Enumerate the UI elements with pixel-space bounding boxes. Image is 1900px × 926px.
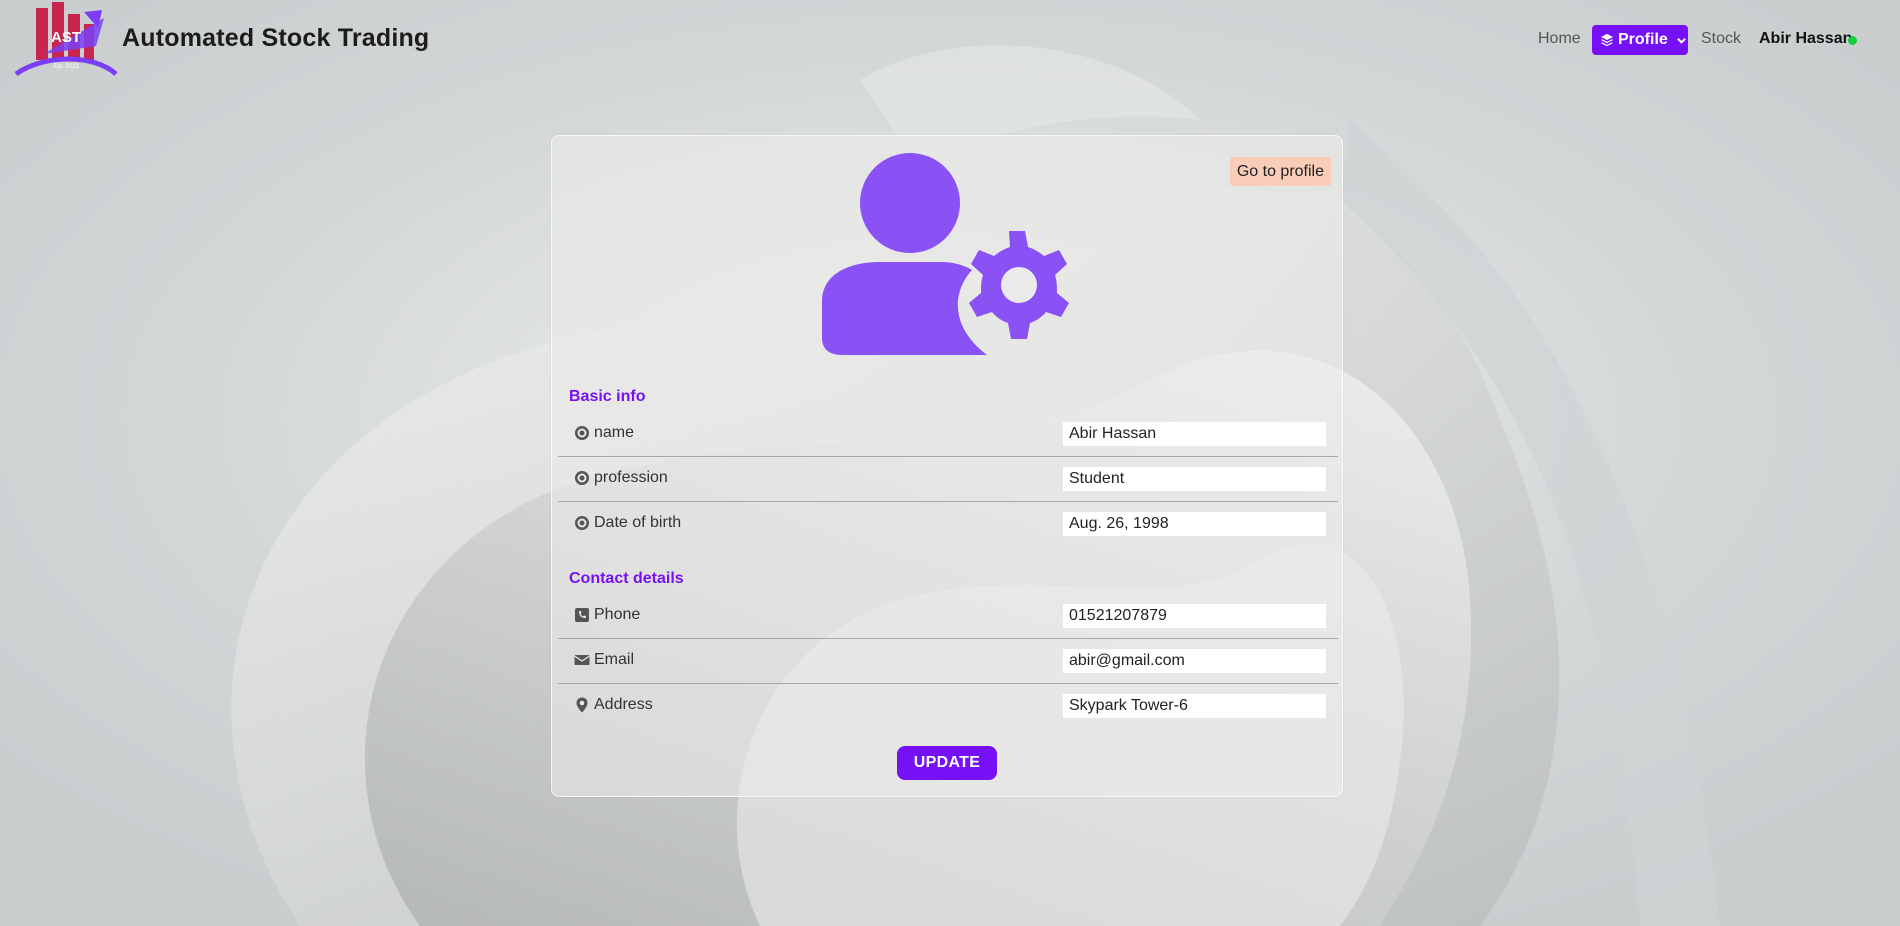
contact-row-address: Address	[558, 684, 1338, 729]
profession-field[interactable]	[1063, 467, 1326, 491]
go-to-profile-button[interactable]: Go to profile	[1229, 157, 1331, 186]
envelope-icon	[574, 655, 590, 665]
nav-username[interactable]: Abir Hassan	[1759, 30, 1852, 48]
address-field[interactable]	[1063, 694, 1326, 718]
dot-circle-icon	[575, 516, 589, 530]
phone-icon	[575, 608, 589, 622]
online-status-dot	[1848, 36, 1857, 45]
dob-field[interactable]	[1063, 512, 1326, 536]
phone-field[interactable]	[1063, 604, 1326, 628]
user-gear-icon	[822, 153, 1069, 355]
info-row-dob: Date of birth	[558, 502, 1338, 547]
update-button[interactable]: UPDATE	[897, 746, 997, 780]
info-row-profession: profession	[558, 457, 1338, 502]
map-marker-icon	[576, 697, 588, 713]
contact-row-email: Email	[558, 639, 1338, 684]
layers-icon	[1600, 33, 1614, 47]
basic-info-heading: Basic info	[569, 388, 646, 405]
info-row-name: name	[558, 412, 1338, 457]
profile-card: Go to profile Basic info name profession…	[551, 135, 1343, 797]
dot-circle-icon	[575, 471, 589, 485]
address-label: Address	[594, 696, 653, 713]
brand-logo[interactable]: AST Est. 2023	[14, 0, 118, 78]
name-label: name	[594, 424, 635, 441]
navbar: AST Est. 2023 Automated Stock Trading Ho…	[0, 0, 1900, 80]
nav-profile-label: Profile	[1618, 31, 1668, 48]
nav-profile-dropdown[interactable]: Profile	[1592, 25, 1688, 55]
logo-subtext: Est. 2023	[53, 64, 79, 70]
contact-details-heading: Contact details	[569, 570, 684, 587]
profession-label: profession	[594, 469, 668, 486]
app-title: Automated Stock Trading	[122, 24, 430, 52]
nav-home-link[interactable]: Home	[1538, 30, 1581, 48]
phone-label: Phone	[594, 606, 641, 623]
name-field[interactable]	[1063, 422, 1326, 446]
email-label: Email	[594, 651, 635, 668]
contact-row-phone: Phone	[558, 594, 1338, 639]
nav-stock-link[interactable]: Stock	[1701, 30, 1741, 48]
logo-text: AST	[51, 29, 81, 46]
email-field[interactable]	[1063, 649, 1326, 673]
dob-label: Date of birth	[594, 514, 682, 531]
chevron-down-icon	[1676, 37, 1686, 44]
dot-circle-icon	[575, 426, 589, 440]
